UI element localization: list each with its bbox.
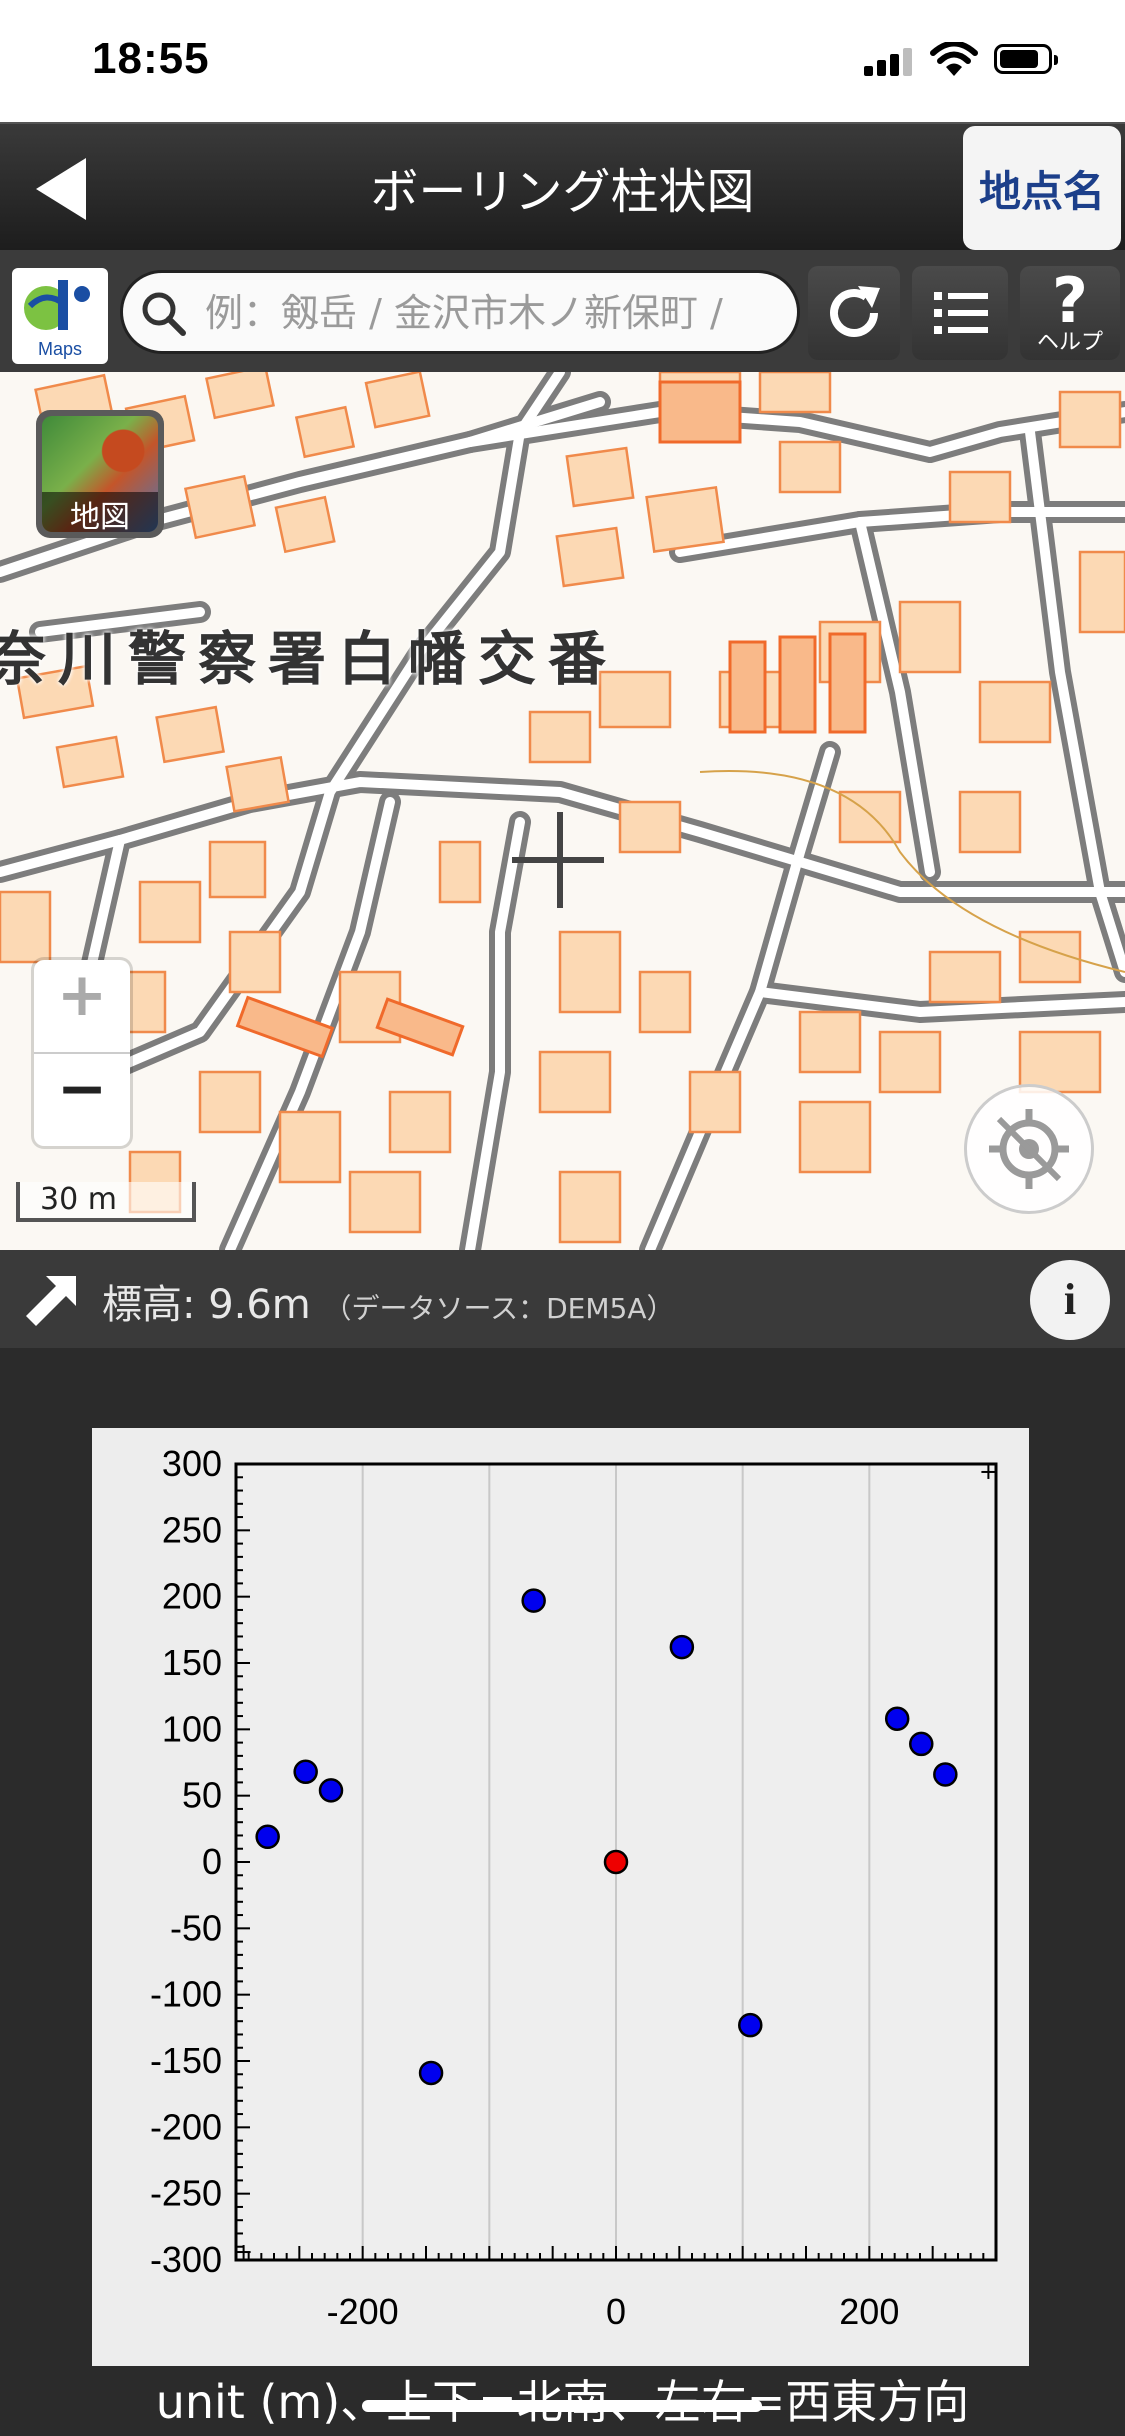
elevation-value: 標高: 9.6m xyxy=(102,1282,311,1328)
help-label: ヘルプ xyxy=(1036,330,1103,355)
search-input[interactable] xyxy=(203,279,787,347)
y-tick-label: -300 xyxy=(150,2239,222,2280)
refresh-icon xyxy=(830,286,880,337)
current-location-button[interactable] xyxy=(964,1084,1094,1214)
help-icon: ? xyxy=(1052,264,1088,337)
page-title: ボーリング柱状図 xyxy=(370,164,755,220)
data-point xyxy=(318,1778,344,1803)
logo-text: Maps xyxy=(37,339,82,359)
battery-icon xyxy=(994,44,1058,74)
data-point xyxy=(738,2012,763,2038)
data-point xyxy=(255,1824,280,1850)
data-point xyxy=(669,1634,695,1660)
gsi-maps-logo[interactable]: Maps xyxy=(12,268,108,364)
y-tick-label: 250 xyxy=(162,1509,222,1550)
zoom-out-button[interactable]: − xyxy=(34,1054,130,1146)
expand-arrow-icon[interactable] xyxy=(24,1272,80,1328)
locate-disabled-icon xyxy=(989,1109,1069,1189)
y-tick-label: 200 xyxy=(162,1576,222,1617)
data-point xyxy=(521,1588,546,1613)
map-layer-thumbnail: 地図 xyxy=(42,416,158,532)
info-button[interactable]: i xyxy=(1030,1260,1110,1340)
y-tick-label: -150 xyxy=(150,2040,222,2081)
data-point xyxy=(884,1706,910,1731)
status-bar: 18:55 xyxy=(0,0,1125,122)
map-tiles xyxy=(0,372,1125,1250)
y-tick-label: 150 xyxy=(162,1642,222,1683)
wifi-icon xyxy=(930,42,978,76)
elevation-readout: 標高: 9.6m （データソース：DEM5A） xyxy=(102,1272,674,1330)
home-indicator xyxy=(362,2400,762,2412)
scale-label: 30 m xyxy=(40,1182,117,1217)
y-tick-label: 100 xyxy=(162,1708,222,1749)
svg-text:?: ? xyxy=(1052,266,1088,332)
zoom-control: + − xyxy=(34,960,130,1146)
gsi-logo-mark xyxy=(24,280,90,330)
scatter-plot: 300 250 200 150 100 50 0 -50 -100 -150 -200 -250 -30… xyxy=(150,1443,998,2332)
elevation-source: （データソース：DEM5A） xyxy=(323,1292,675,1325)
map-place-label: 奈川警察署白幡交番 xyxy=(0,625,619,693)
y-tick-label: -50 xyxy=(170,1907,222,1948)
search-box[interactable] xyxy=(120,270,800,354)
borehole-location-chart: 300 250 200 150 100 50 0 -50 -100 -150 -200 -250 -30… xyxy=(92,1428,1029,2366)
elevation-bar: 標高: 9.6m （データソース：DEM5A） i xyxy=(0,1250,1125,1348)
map-scale-bar: 30 m xyxy=(16,1182,196,1222)
data-point xyxy=(293,1759,318,1785)
y-tick-label: -200 xyxy=(150,2106,222,2147)
navigation-bar: ボーリング柱状図 地点名 xyxy=(0,122,1125,250)
x-tick-label: 0 xyxy=(606,2291,626,2332)
layer-button-label: 地図 xyxy=(42,492,158,532)
y-tick-label: -100 xyxy=(150,1974,222,2015)
place-name-button[interactable]: 地点名 xyxy=(963,126,1121,250)
refresh-button[interactable] xyxy=(808,266,900,360)
x-tick-label: -200 xyxy=(327,2291,399,2332)
zoom-in-button[interactable]: + xyxy=(34,960,130,1054)
help-button[interactable]: ? ヘルプ xyxy=(1020,264,1120,360)
cellular-signal-icon xyxy=(864,48,914,76)
list-icon xyxy=(934,292,988,334)
search-toolbar: Maps ? ヘルプ xyxy=(0,250,1125,372)
menu-list-button[interactable] xyxy=(912,266,1008,360)
data-point xyxy=(909,1731,934,1757)
data-point xyxy=(418,2060,444,2086)
map-view[interactable]: 奈川警察署白幡交番 地図 + − 30 m xyxy=(0,372,1125,1250)
layer-switch-button[interactable]: 地図 xyxy=(36,410,164,538)
y-tick-label: 0 xyxy=(202,1841,222,1882)
search-icon xyxy=(142,292,186,336)
status-time: 18:55 xyxy=(92,34,210,83)
y-tick-label: 300 xyxy=(162,1443,222,1484)
y-tick-label: 50 xyxy=(182,1775,222,1816)
y-tick-label: -250 xyxy=(150,2173,222,2214)
x-tick-label: 200 xyxy=(839,2291,899,2332)
data-point xyxy=(933,1762,958,1787)
data-point xyxy=(603,1849,629,1875)
